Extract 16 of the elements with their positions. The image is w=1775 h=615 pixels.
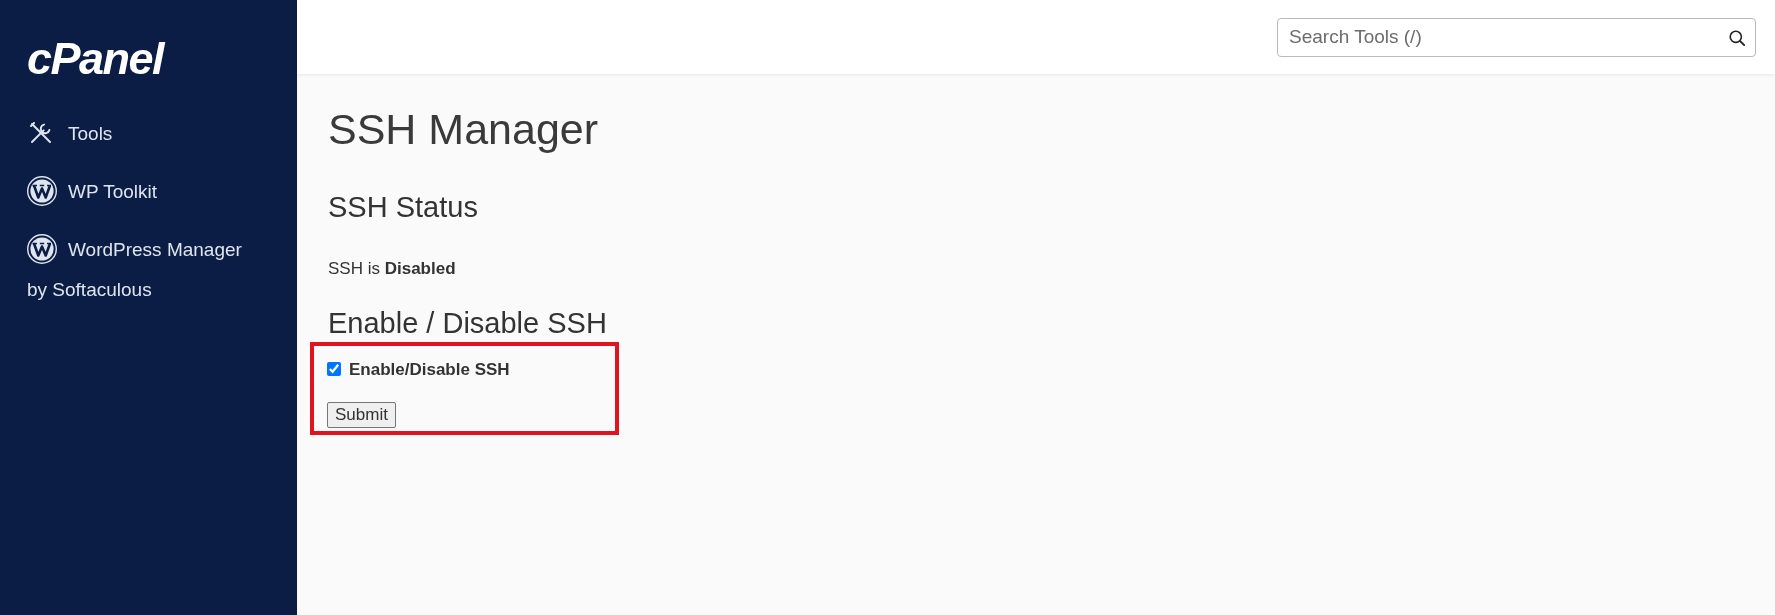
sidebar-link[interactable]: WordPress Manager by Softaculous: [27, 230, 267, 310]
tools-icon: [30, 122, 52, 144]
section-heading: SSH Status: [328, 189, 478, 225]
search-field[interactable]: Search Tools (/): [1277, 17, 1756, 57]
submit-button[interactable]: Submit: [327, 402, 396, 429]
wordpress-icon: [27, 176, 57, 206]
sidebar-link[interactable]: WP Toolkit: [27, 172, 158, 212]
section-heading: Enable / Disable SSH: [328, 305, 607, 341]
search-icon: [1729, 29, 1745, 46]
enable-ssh-checkbox[interactable]: [327, 362, 341, 377]
wordpress-icon: [27, 234, 57, 264]
cpanel-logo: cPanel: [27, 36, 164, 81]
status-text: SSH is Disabled: [328, 258, 456, 281]
checkbox-label[interactable]: Enable/Disable SSH: [349, 356, 510, 383]
sidebar-link[interactable]: Tools: [27, 114, 113, 154]
page-title: SSH Manager: [328, 104, 599, 155]
